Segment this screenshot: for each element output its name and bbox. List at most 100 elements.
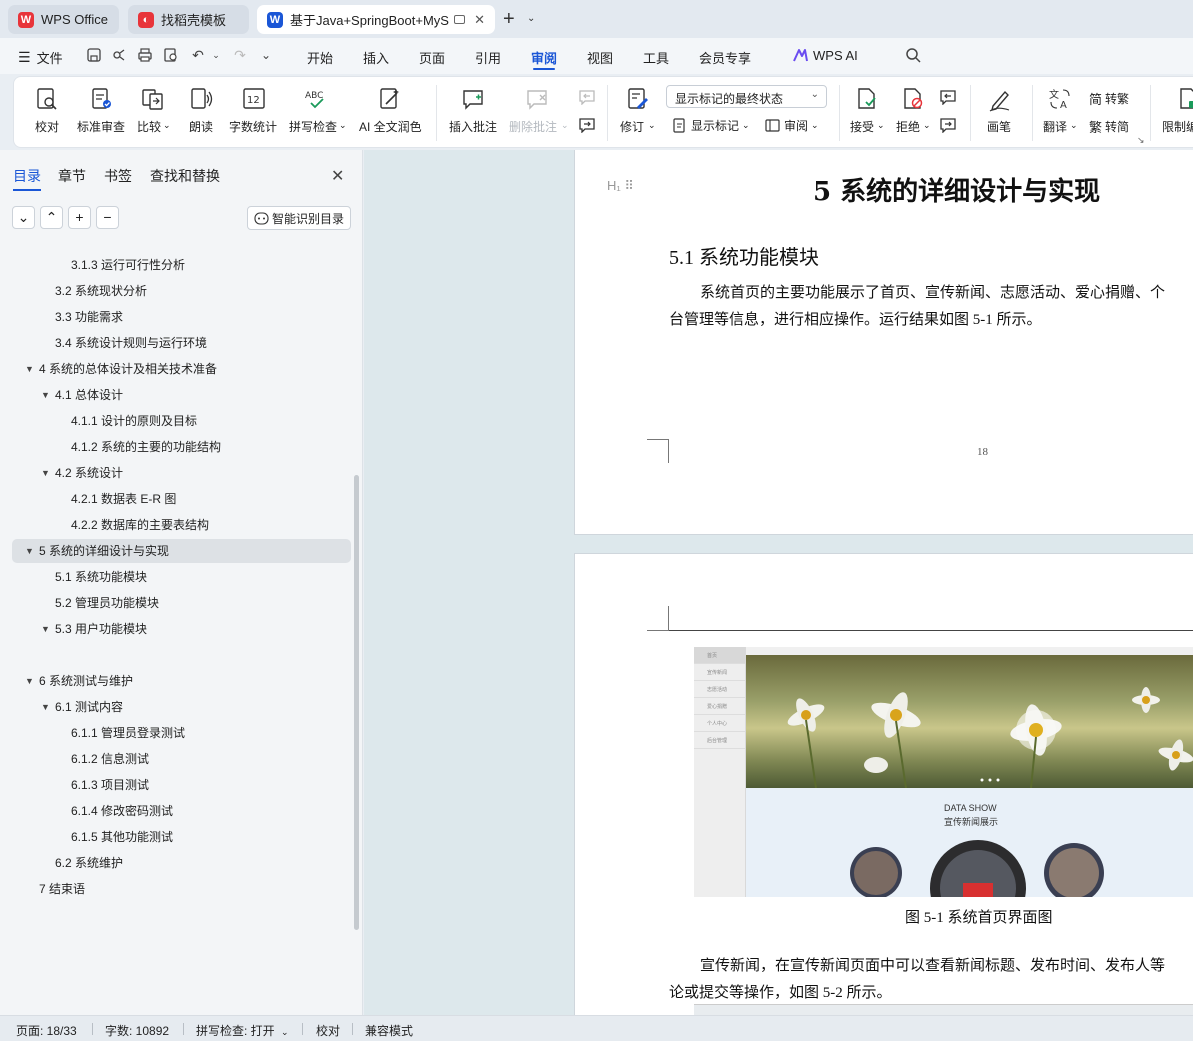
next-comment-icon[interactable] [578,117,596,133]
collapse-down-button[interactable]: ⌄ [12,206,35,229]
ribbon-expand-icon[interactable]: ↘ [1137,135,1145,146]
chevron-down-icon[interactable]: ⌄ [208,47,224,63]
markup-mode-select[interactable]: 显示标记的最终状态 ⌄ [666,85,827,108]
share-icon[interactable] [111,47,127,63]
delete-comment-button[interactable]: 删除批注 ⌄ [506,77,570,149]
close-icon[interactable]: ✕ [474,12,485,28]
tab-bookmarks[interactable]: 书签 [104,166,132,186]
revise-button[interactable]: 修订 ⌄ [617,77,659,149]
review-pane-button[interactable]: 审阅 ⌄ [765,117,819,134]
save-icon[interactable] [86,47,102,63]
word-count-button[interactable]: 12 字数统计 [226,77,282,149]
toc-item[interactable]: 4.1.1 设计的原则及目标 [12,409,351,433]
toc-item[interactable]: ▼ 4.2 系统设计 [12,461,351,485]
toc-item[interactable]: 3.4 系统设计规则与运行环境 [12,331,351,355]
expand-arrow-icon[interactable]: ▼ [41,383,50,407]
to-traditional-button[interactable]: 简 转繁 [1089,89,1129,108]
expand-arrow-icon[interactable]: ▼ [41,695,50,719]
toc-item[interactable]: ▼ 4 系统的总体设计及相关技术准备 [12,357,351,381]
toc-item[interactable]: 6.2 系统维护 [12,851,351,875]
toc-item[interactable]: 4.1.2 系统的主要的功能结构 [12,435,351,459]
expand-arrow-icon[interactable]: ▼ [25,357,34,381]
compare-button[interactable]: 比较 ⌄ [134,77,174,149]
add-heading-button[interactable]: + [68,206,91,229]
show-markup-button[interactable]: 显示标记 ⌄ [672,117,750,134]
tab-member[interactable]: 会员专享 [699,48,751,67]
toc-item[interactable]: 6.1.4 修改密码测试 [12,799,351,823]
word-count[interactable]: 字数: 10892 [105,1022,169,1039]
tab-review[interactable]: 审阅 [531,48,557,70]
chapter-heading[interactable]: 5 系统的详细设计与实现 [813,171,1100,208]
standard-review-button[interactable]: 标准审查 [74,77,130,149]
toc-item[interactable]: ▼ 6.1 测试内容 [12,695,351,719]
redo-icon[interactable]: ↷ [232,47,248,63]
toc-item[interactable]: 5.2 管理员功能模块 [12,591,351,615]
toc-item[interactable]: 7 结束语 [12,877,351,901]
tab-document[interactable]: W 基于Java+SpringBoot+MyS ✕ [257,5,495,34]
tab-toc[interactable]: 目录 [13,166,41,191]
document-canvas[interactable]: H₁ ⠿ 5 系统的详细设计与实现 5.1 系统功能模块 系统首页的主要功能展示… [364,150,1193,1015]
expand-arrow-icon[interactable]: ▼ [25,669,34,693]
page-indicator[interactable]: 页面: 18/33 [16,1022,77,1039]
tab-wps-ai[interactable]: WPS AI [813,48,858,63]
monitor-icon[interactable] [454,15,465,24]
smart-toc-button[interactable]: 智能识别目录 [247,206,351,230]
proofread-button[interactable]: 校对 [28,77,68,149]
spell-check-status[interactable]: 拼写检查: 打开 ⌄ [196,1022,289,1039]
toc-item[interactable]: 3.3 功能需求 [12,305,351,329]
undo-icon[interactable]: ↶ [190,47,206,63]
paragraph-line[interactable]: 台管理等信息，进行相应操作。运行结果如图 5-1 所示。 [669,308,1042,329]
spell-check-button[interactable]: ABC 拼写检查 ⌄ [288,77,348,149]
toc-item[interactable]: ▼ 6 系统测试与维护 [12,669,351,693]
toc-item[interactable]: 5.1 系统功能模块 [12,565,351,589]
read-aloud-button[interactable]: 朗读 [184,77,220,149]
section-heading[interactable]: 5.1 系统功能模块 [669,241,819,270]
previous-revision-icon[interactable] [939,89,957,105]
tab-wps-office[interactable]: W WPS Office [8,5,119,34]
restrict-edit-button[interactable]: 限制编 [1159,77,1193,149]
tab-docer[interactable]: ◐ 找稻壳模板 [128,5,249,34]
previous-comment-icon[interactable] [578,89,596,105]
paragraph-line[interactable]: 系统首页的主要功能展示了首页、宣传新闻、志愿活动、爱心捐赠、个 [700,281,1165,302]
toc-item[interactable]: ▼ 5 系统的详细设计与实现 [12,539,351,563]
figure-screenshot[interactable]: 首页 宣传新闻 志愿活动 爱心捐赠 个人中心 后台管理 DATA SHOW 宣传… [694,647,1193,897]
expand-arrow-icon[interactable]: ▼ [41,617,50,641]
search-icon[interactable] [905,47,921,63]
tab-reference[interactable]: 引用 [475,48,501,67]
toc-item[interactable]: 4.2.2 数据库的主要表结构 [12,513,351,537]
document-page[interactable]: H₁ ⠿ 5 系统的详细设计与实现 5.1 系统功能模块 系统首页的主要功能展示… [574,150,1193,535]
tab-start[interactable]: 开始 [307,48,333,67]
close-panel-icon[interactable]: ✕ [331,166,344,186]
document-page[interactable]: 首页 宣传新闻 志愿活动 爱心捐赠 个人中心 后台管理 DATA SHOW 宣传… [574,553,1193,1015]
expand-arrow-icon[interactable]: ▼ [25,539,34,563]
toc-item[interactable]: 6.1.2 信息测试 [12,747,351,771]
to-simplified-button[interactable]: 繁 转简 [1089,117,1129,136]
scrollbar[interactable] [354,475,359,930]
tab-chapters[interactable]: 章节 [58,166,86,186]
toc-item[interactable] [12,643,351,667]
print-icon[interactable] [137,47,153,63]
remove-heading-button[interactable]: − [96,206,119,229]
toc-item[interactable]: 4.2.1 数据表 E-R 图 [12,487,351,511]
toc-item[interactable]: 6.1.1 管理员登录测试 [12,721,351,745]
insert-comment-button[interactable]: 插入批注 [446,77,502,149]
tab-find-replace[interactable]: 查找和替换 [150,166,220,186]
toc-item[interactable]: 3.1.3 运行可行性分析 [12,253,351,277]
paragraph-line[interactable]: 论或提交等操作，如图 5-2 所示。 [669,981,892,1002]
heading-drag-handle-icon[interactable]: H₁ ⠿ [607,178,634,194]
translate-button[interactable]: 文A 翻译 ⌄ [1040,77,1082,149]
chevron-down-icon[interactable]: ⌄ [527,13,535,24]
more-chevron-icon[interactable]: ⌄ [258,47,274,63]
toc-item[interactable]: 3.2 系统现状分析 [12,279,351,303]
tab-page[interactable]: 页面 [419,48,445,67]
tab-tools[interactable]: 工具 [643,48,669,67]
figure-caption[interactable]: 图 5-1 系统首页界面图 [905,906,1053,927]
toc-item[interactable]: ▼ 4.1 总体设计 [12,383,351,407]
accept-button[interactable]: 接受 ⌄ [847,77,889,149]
new-tab-button[interactable]: + [503,9,515,29]
expand-arrow-icon[interactable]: ▼ [41,461,50,485]
collapse-up-button[interactable]: ⌃ [40,206,63,229]
toc-item[interactable]: 6.1.5 其他功能测试 [12,825,351,849]
pen-button[interactable]: 画笔 [980,77,1020,149]
proofread-status[interactable]: 校对 [316,1022,340,1039]
